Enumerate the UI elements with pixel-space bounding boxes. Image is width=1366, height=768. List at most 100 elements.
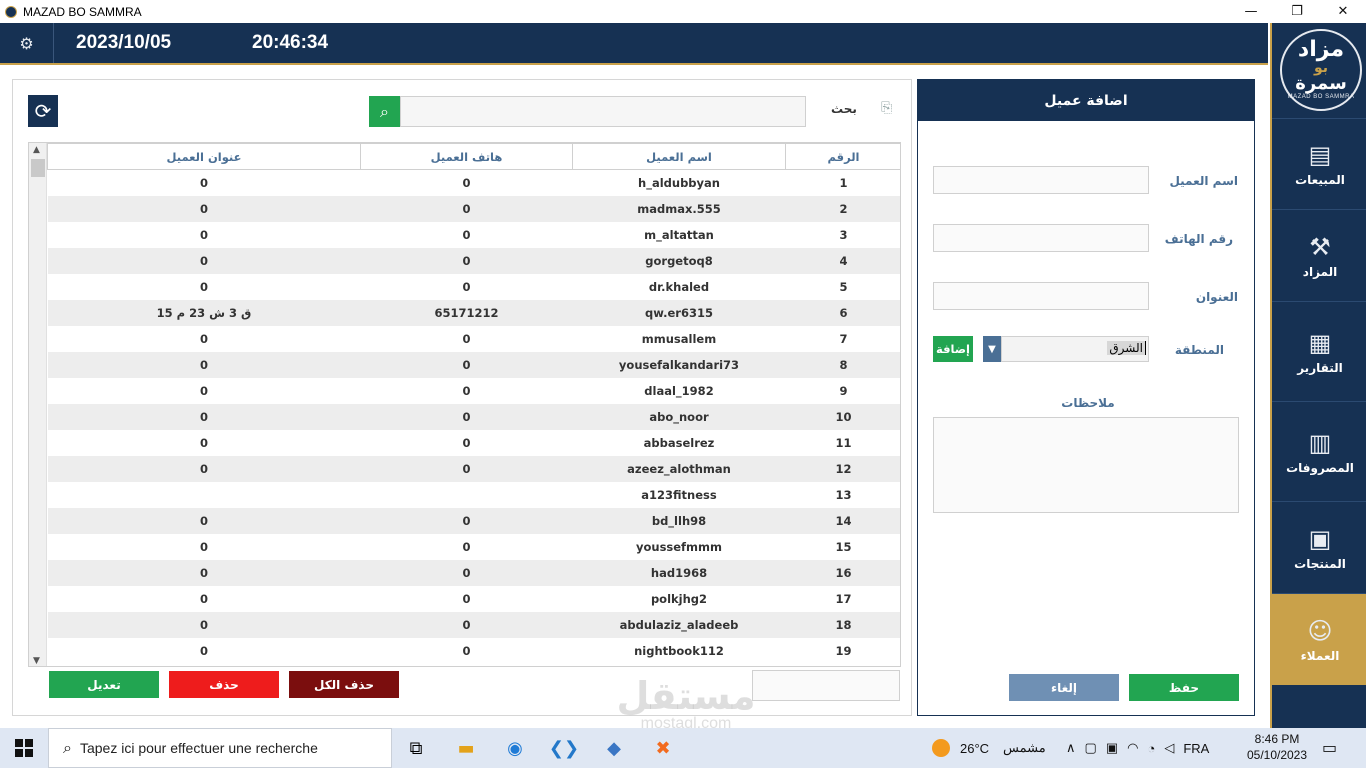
cell-address: 0	[47, 351, 361, 378]
col-header-phone[interactable]: هاتف العميل	[360, 143, 573, 170]
sidebar-item-label: العملاء	[1300, 648, 1340, 663]
col-header-address[interactable]: عنوان العميل	[47, 143, 361, 170]
cell-name: a123fitness	[641, 487, 717, 502]
refresh-icon: ⟳	[34, 99, 52, 123]
table-row[interactable]: 16 had1968 0 0	[47, 559, 900, 586]
scrollbar-thumb[interactable]	[31, 159, 45, 177]
table-scrollbar[interactable]: ▲ ▼	[29, 143, 47, 666]
table-row[interactable]: 12 azeez_alothman 0 0	[47, 455, 900, 482]
network-icon[interactable]: ◠	[1127, 740, 1138, 756]
sidebar-item-label: المصروفات	[1286, 460, 1354, 475]
cell-name: bd_llh98	[572, 507, 786, 534]
sidebar-item-products[interactable]: ▣ المنتجات	[1272, 501, 1366, 593]
start-button[interactable]	[0, 728, 48, 768]
cancel-button[interactable]: إلغاء	[1009, 674, 1119, 701]
table-row[interactable]: 11 abbaselrez 0 0	[48, 430, 901, 456]
volume-icon[interactable]: ◁	[1164, 740, 1174, 756]
cell-phone: 0	[360, 455, 573, 482]
table-row[interactable]: 9 dlaal_1982 0 0	[48, 378, 901, 404]
cell-id: 15	[835, 539, 852, 554]
search-button[interactable]: ⌕	[369, 96, 400, 127]
table-row[interactable]: 17 polkjhg2 0 0	[48, 586, 901, 612]
search-icon: ⌕	[380, 101, 389, 121]
refresh-button[interactable]: ⟳	[28, 95, 58, 127]
xampp-icon[interactable]: ✖	[647, 734, 679, 762]
add-region-button[interactable]: إضافة	[933, 336, 973, 362]
customer-name-field[interactable]	[933, 166, 1149, 194]
cell-id: 17	[835, 591, 852, 606]
file-explorer-icon[interactable]: ▬	[450, 734, 482, 762]
delete-all-button[interactable]: حذف الكل	[289, 671, 399, 698]
chevron-down-icon[interactable]: ▼	[983, 336, 1001, 362]
table-row[interactable]: 10 abo_noor 0 0	[47, 403, 900, 430]
scroll-down-icon[interactable]: ▼	[33, 656, 40, 666]
sidebar-item-expenses[interactable]: ▥ المصروفات	[1272, 401, 1366, 501]
notes-label: ملاحظات	[1061, 396, 1115, 410]
table-row[interactable]: 1 h_aldubbyan 0 0	[48, 170, 901, 196]
app-tray-icon[interactable]: ▣	[1106, 740, 1118, 756]
edit-button[interactable]: تعديل	[49, 671, 159, 698]
count-box	[752, 670, 900, 701]
col-header-id[interactable]: الرقم	[785, 143, 900, 170]
task-view-icon[interactable]: ⧉	[400, 734, 432, 762]
cell-address: 0	[47, 507, 361, 534]
table-row[interactable]: 2 madmax.555 0 0	[47, 195, 900, 222]
region-select[interactable]: الشرق	[1001, 336, 1149, 362]
table-row[interactable]: 19 nightbook112 0 0	[48, 638, 901, 664]
chevron-up-icon[interactable]: ∧	[1066, 740, 1076, 756]
cell-phone: 0	[462, 643, 471, 658]
form-title: اضافة عميل	[918, 80, 1254, 121]
table-row[interactable]: 15 youssefmmm 0 0	[48, 534, 901, 560]
customers-grid: الرقم اسم العميل هاتف العميل عنوان العمي…	[47, 143, 901, 664]
maximize-button[interactable]: ❐	[1274, 0, 1320, 23]
table-row[interactable]: 18 abdulaziz_aladeeb 0 0	[47, 611, 900, 638]
search-label: بحث	[831, 102, 857, 116]
phone-field[interactable]	[933, 224, 1149, 252]
cell-id: 16	[785, 559, 900, 586]
search-input[interactable]	[400, 96, 806, 127]
col-header-name[interactable]: اسم العميل	[572, 143, 786, 170]
table-row[interactable]: 3 m_altattan 0 0	[48, 222, 901, 248]
cell-id: 4	[785, 247, 900, 274]
notification-icon[interactable]: ▭	[1322, 738, 1337, 757]
meet-icon[interactable]: ▢	[1085, 740, 1097, 756]
python-app-icon[interactable]: ◆	[598, 734, 630, 762]
cell-name: dr.khaled	[648, 279, 710, 294]
cell-id: 6	[785, 299, 900, 326]
reports-icon: ▦	[1308, 328, 1332, 357]
wifi-icon[interactable]: ◔	[1147, 741, 1155, 756]
cell-address: 0	[47, 195, 361, 222]
close-button[interactable]: ✕	[1320, 0, 1366, 23]
settings-gear-icon[interactable]: ⚙	[0, 23, 54, 63]
minimize-button[interactable]: —	[1228, 0, 1274, 23]
table-row[interactable]: 6 qw.er6315 65171212 ق 3 ش 23 م 15	[47, 299, 900, 326]
taskbar-search[interactable]: ⌕ Tapez ici pour effectuer une recherche	[48, 728, 392, 768]
table-row[interactable]: 14 bd_llh98 0 0	[47, 507, 900, 534]
sidebar-item-auction[interactable]: ⚒ المزاد	[1272, 209, 1366, 301]
table-row[interactable]: 8 yousefalkandari73 0 0	[47, 351, 900, 378]
scroll-up-icon[interactable]: ▲	[33, 145, 40, 155]
weather-widget[interactable]: 26°C مشمس	[932, 728, 1046, 768]
cell-name: youssefmmm	[635, 539, 723, 554]
edge-browser-icon[interactable]: ◉	[499, 734, 531, 762]
cell-name: m_altattan	[644, 227, 714, 242]
delete-button[interactable]: حذف	[169, 671, 279, 698]
sidebar-item-customers[interactable]: ☺ العملاء	[1272, 593, 1366, 685]
save-button[interactable]: حفظ	[1129, 674, 1239, 701]
table-row[interactable]: 5 dr.khaled 0 0	[48, 274, 901, 300]
sidebar-item-reports[interactable]: ▦ التقارير	[1272, 301, 1366, 401]
add-customer-panel: اضافة عميل اسم العميل رقم الهاتف العنوان…	[917, 79, 1255, 716]
sidebar-item-sales[interactable]: ▤ المبيعات	[1272, 118, 1366, 209]
vscode-icon[interactable]: ❮❯	[548, 734, 580, 762]
cell-address: 0	[199, 331, 208, 346]
taskbar-clock[interactable]: 8:46 PM 05/10/2023	[1246, 731, 1308, 763]
language-indicator[interactable]: FRA	[1183, 741, 1209, 756]
notes-textarea[interactable]	[933, 417, 1239, 513]
table-row[interactable]: 13 a123fitness	[48, 482, 901, 508]
region-selected-value: الشرق	[1107, 341, 1146, 355]
table-row[interactable]: 4 gorgetoq8 0 0	[47, 247, 900, 274]
cell-name: madmax.555	[572, 195, 786, 222]
address-field[interactable]	[933, 282, 1149, 310]
table-row[interactable]: 7 mmusallem 0 0	[48, 326, 901, 352]
table-body: 1 h_aldubbyan 0 0 2 madmax.555 0 0 3 m_altattan 0 0…	[47, 170, 901, 664]
